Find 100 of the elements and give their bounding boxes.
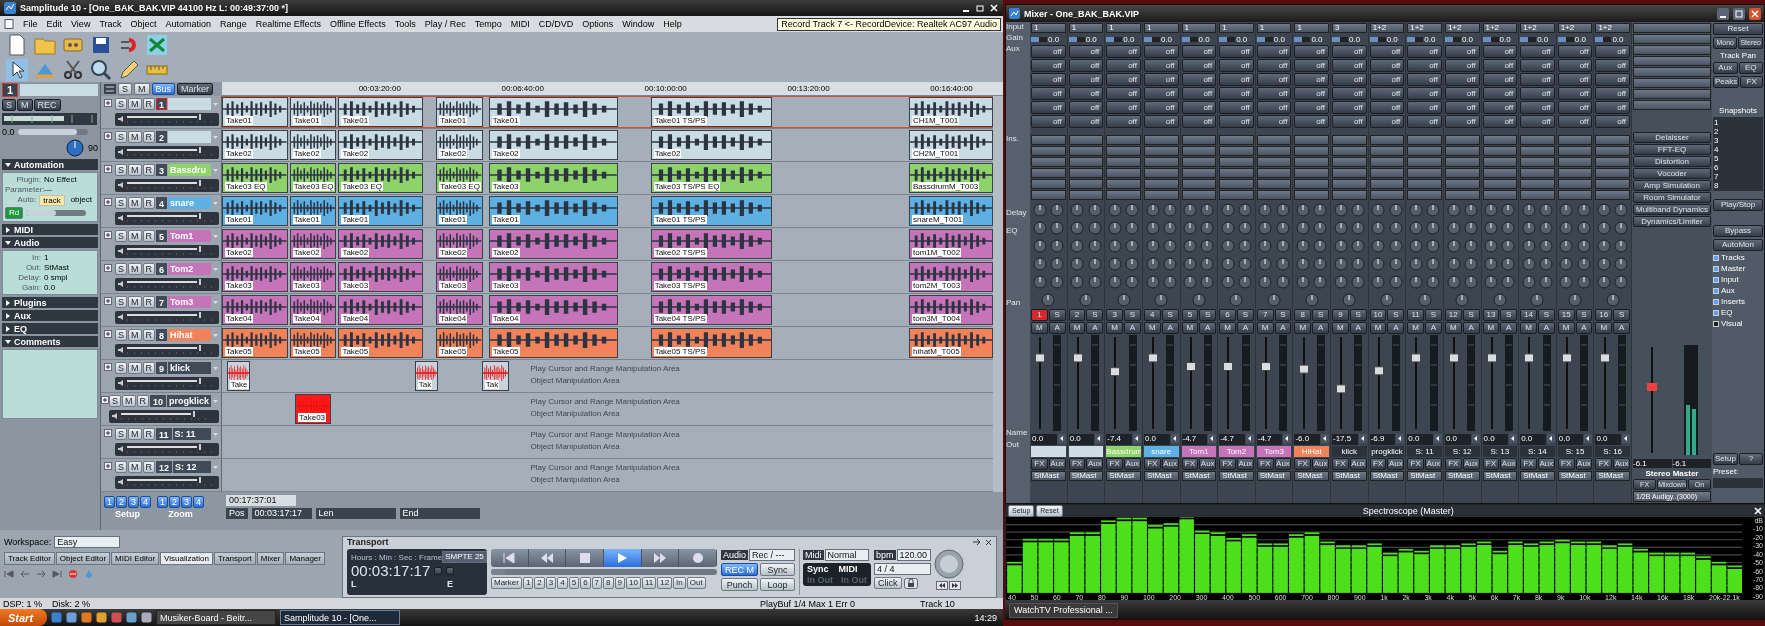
- mute-icon[interactable]: [117, 181, 125, 190]
- input-dropdown[interactable]: 3: [1332, 23, 1367, 33]
- menu-item[interactable]: MIDI: [510, 19, 530, 29]
- step-forward-icon[interactable]: [36, 570, 46, 578]
- mute-button[interactable]: M: [134, 83, 150, 95]
- track-view-icon[interactable]: [104, 84, 116, 94]
- aux-send-button[interactable]: off: [1407, 73, 1442, 86]
- pan-knob-icon[interactable]: [1116, 292, 1131, 307]
- insert-dropdown[interactable]: [1557, 168, 1593, 178]
- aux-bus-dropdown[interactable]: [1633, 34, 1711, 44]
- aux-button[interactable]: Aux: [1086, 458, 1104, 470]
- input-dropdown[interactable]: 1: [1294, 23, 1329, 33]
- eq-knob-icon[interactable]: [1107, 274, 1122, 289]
- pointer-icon[interactable]: [5, 58, 29, 82]
- insert-dropdown[interactable]: [1407, 190, 1442, 200]
- fx-button[interactable]: FX: [1181, 458, 1199, 470]
- delay-knob-icon[interactable]: [1559, 202, 1574, 217]
- insert-dropdown[interactable]: [1595, 135, 1630, 145]
- snapshot-item[interactable]: 1: [1714, 118, 1762, 127]
- quick-launch-icon[interactable]: [81, 612, 93, 623]
- eq-knob-icon[interactable]: [1333, 274, 1348, 289]
- aux-send-button[interactable]: off: [1256, 87, 1292, 100]
- aux-send-button[interactable]: off: [1068, 73, 1104, 86]
- menu-item[interactable]: View: [71, 19, 91, 29]
- insert-dropdown[interactable]: [1106, 168, 1141, 178]
- eq-knob-icon[interactable]: [1125, 238, 1140, 253]
- transport-button[interactable]: [604, 549, 642, 567]
- solo-button[interactable]: S: [115, 131, 127, 144]
- channel-number-button[interactable]: 9: [1332, 309, 1349, 321]
- marker-number-button[interactable]: 3: [545, 577, 557, 589]
- section-header[interactable]: Audio: [2, 237, 98, 248]
- mute-button[interactable]: M: [1068, 322, 1086, 334]
- aux-send-button[interactable]: off: [1557, 59, 1593, 72]
- arm-button[interactable]: A: [1312, 322, 1329, 334]
- marker-number-button[interactable]: In: [673, 577, 686, 589]
- eq-knob-icon[interactable]: [1463, 220, 1478, 235]
- eq-knob-icon[interactable]: [1559, 274, 1574, 289]
- insert-dropdown[interactable]: [1595, 190, 1630, 200]
- arrow-button-icon[interactable]: [1095, 434, 1104, 443]
- aux-send-button[interactable]: off: [1256, 45, 1292, 58]
- arrow-button-icon[interactable]: [1396, 434, 1405, 443]
- aux-send-button[interactable]: off: [1068, 101, 1104, 114]
- view-tab[interactable]: Mixer: [256, 552, 285, 565]
- eq-knob-icon[interactable]: [1313, 238, 1328, 253]
- record-button[interactable]: R: [142, 461, 155, 474]
- aux-send-button[interactable]: off: [1256, 101, 1292, 114]
- aux-send-button[interactable]: off: [1031, 45, 1066, 58]
- fx-button[interactable]: FX: [1068, 458, 1086, 470]
- mute-button[interactable]: M: [122, 395, 136, 408]
- preset-field[interactable]: [1713, 478, 1763, 488]
- eq-knob-icon[interactable]: [1408, 238, 1423, 253]
- delay-knob-icon[interactable]: [1426, 202, 1441, 217]
- aux-send-button[interactable]: off: [1294, 59, 1329, 72]
- taskbar-button[interactable]: Musiker-Board - Beitr...: [156, 610, 277, 625]
- volume-fader[interactable]: [1599, 335, 1610, 431]
- plugin-button[interactable]: Amp Simulation: [1633, 180, 1711, 191]
- peaks-button[interactable]: Peaks: [1713, 76, 1740, 88]
- fx-button[interactable]: FX: [1106, 458, 1124, 470]
- aux-send-button[interactable]: off: [1407, 115, 1442, 128]
- quick-launch-icon[interactable]: [51, 612, 63, 623]
- eq-knob-icon[interactable]: [1313, 220, 1328, 235]
- expand-icon[interactable]: [104, 99, 112, 107]
- eq-knob-icon[interactable]: [1183, 238, 1198, 253]
- aux-send-button[interactable]: off: [1407, 59, 1442, 72]
- mute-button[interactable]: M: [1407, 322, 1425, 334]
- channel-number-button[interactable]: 6: [1219, 309, 1236, 321]
- volume-fader[interactable]: [1524, 335, 1535, 431]
- solo-button[interactable]: S: [1312, 309, 1329, 321]
- eq-knob-icon[interactable]: [1539, 274, 1554, 289]
- delay-knob-icon[interactable]: [1275, 202, 1290, 217]
- delay-knob-icon[interactable]: [1296, 202, 1311, 217]
- plugin-button[interactable]: FFT-EQ: [1633, 144, 1711, 155]
- eq-knob-icon[interactable]: [1220, 256, 1235, 271]
- aux-send-button[interactable]: off: [1294, 73, 1329, 86]
- channel-number-button[interactable]: 8: [1294, 309, 1312, 321]
- eq-knob-icon[interactable]: [1162, 274, 1177, 289]
- solo-button[interactable]: S: [115, 197, 127, 210]
- eq-knob-icon[interactable]: [1145, 238, 1160, 253]
- mute-button[interactable]: M: [1595, 322, 1613, 334]
- insert-dropdown[interactable]: [1106, 190, 1141, 200]
- help-button[interactable]: ?: [1738, 453, 1763, 465]
- mute-button[interactable]: M: [17, 99, 33, 111]
- delay-knob-icon[interactable]: [1333, 202, 1348, 217]
- aux-button[interactable]: Aux: [1613, 458, 1630, 470]
- output-dropdown[interactable]: StMast: [1143, 471, 1179, 481]
- eq-knob-icon[interactable]: [1388, 256, 1403, 271]
- insert-dropdown[interactable]: [1482, 157, 1518, 167]
- fx-button[interactable]: FX: [1031, 458, 1048, 470]
- aux-send-button[interactable]: off: [1595, 73, 1630, 86]
- mute-icon[interactable]: [117, 115, 125, 124]
- output-dropdown[interactable]: StMast: [1294, 471, 1329, 481]
- eq-knob-icon[interactable]: [1388, 220, 1403, 235]
- aux-send-button[interactable]: off: [1482, 115, 1518, 128]
- input-dropdown[interactable]: 1+2: [1444, 23, 1480, 33]
- input-dropdown[interactable]: 1+2: [1482, 23, 1518, 33]
- insert-dropdown[interactable]: [1557, 157, 1593, 167]
- delay-knob-icon[interactable]: [1125, 202, 1140, 217]
- click-button[interactable]: Click: [874, 577, 902, 589]
- eq-knob-icon[interactable]: [1220, 220, 1235, 235]
- quick-launch-icon[interactable]: [111, 612, 123, 623]
